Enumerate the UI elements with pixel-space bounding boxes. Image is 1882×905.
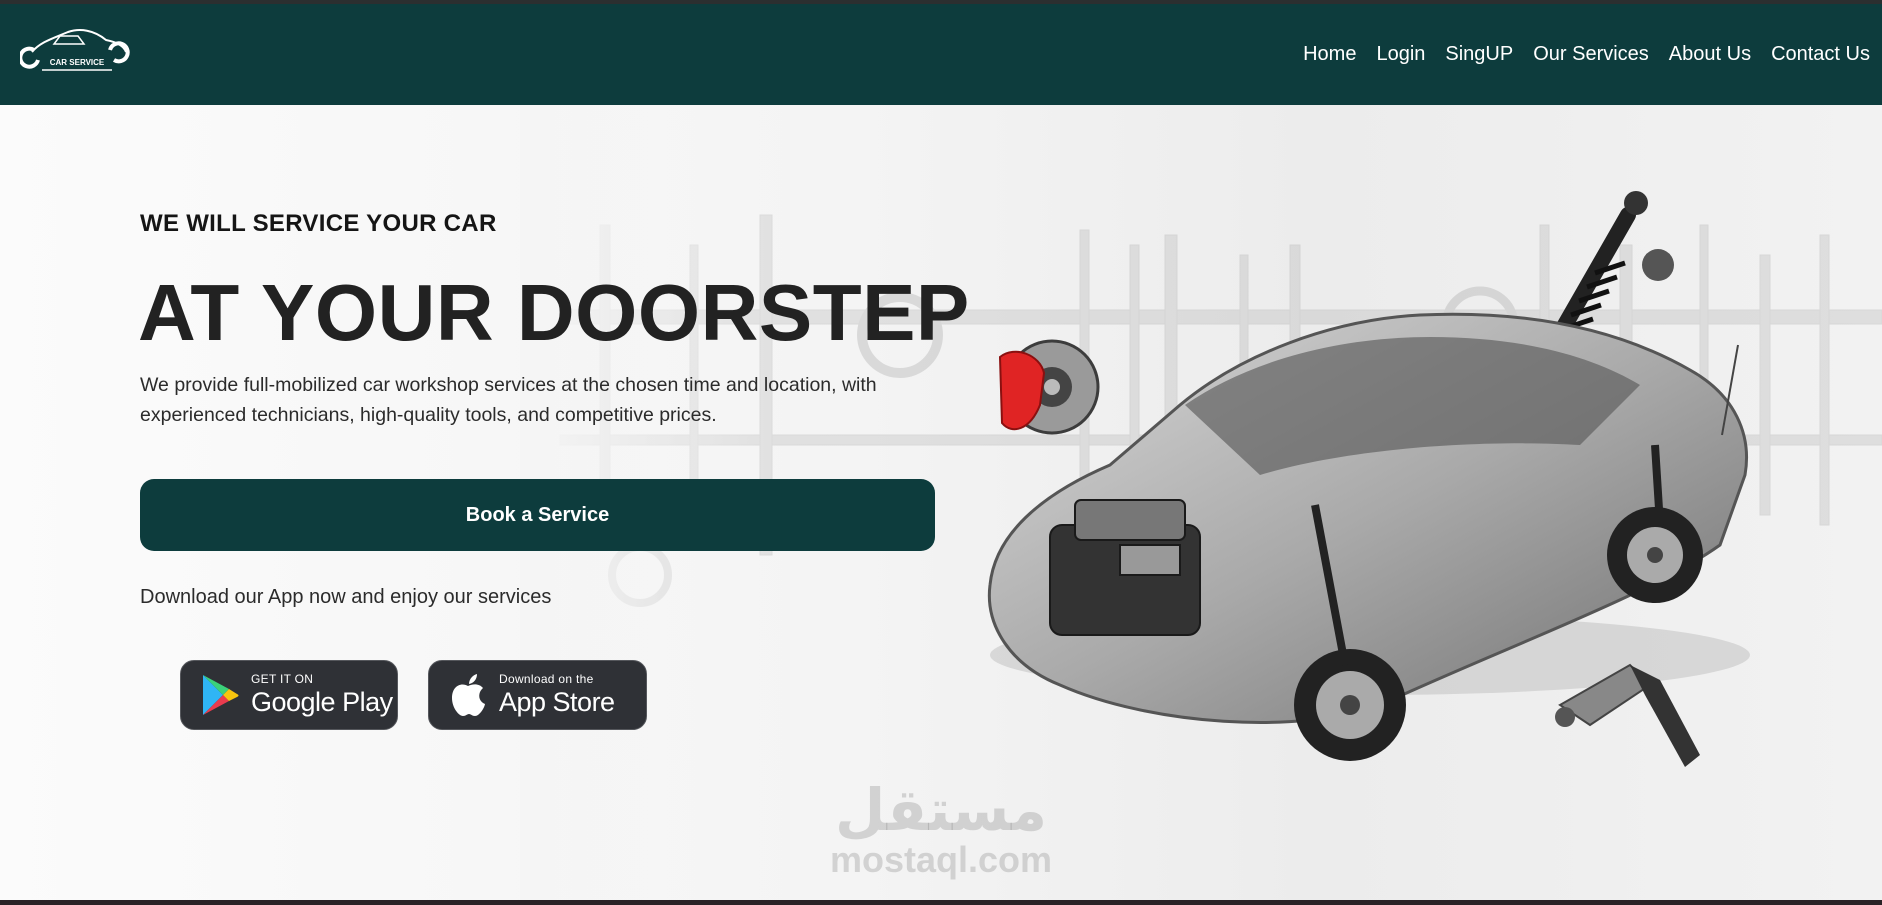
nav-signup[interactable]: SingUP [1445,43,1513,66]
nav-about-us[interactable]: About Us [1669,43,1751,66]
book-service-button[interactable]: Book a Service [140,479,935,551]
hero-section: WE WILL SERVICE YOUR CAR AT YOUR DOORSTE… [0,105,1882,900]
brake-disc-graphic [998,339,1100,435]
nav-our-services[interactable]: Our Services [1533,43,1649,66]
app-store-badge[interactable]: Download on the App Store [428,660,647,730]
apple-badge-big-text: App Store [499,687,615,717]
navbar: CAR SERVICE Home Login SingUP Our Servic… [0,4,1882,105]
hero-headline: AT YOUR DOORSTEP [138,268,970,357]
download-app-text: Download our App now and enjoy our servi… [140,586,552,608]
nav-contact-us[interactable]: Contact Us [1771,43,1870,66]
google-badge-big-text: Google Play [251,687,393,717]
hero-description: We provide full-mobilized car workshop s… [140,374,877,426]
apple-badge-small-text: Download on the [499,672,594,686]
car-service-logo[interactable]: CAR SERVICE [18,22,130,82]
front-wheel [1294,649,1406,761]
google-play-badge[interactable]: GET IT ON Google Play [180,660,398,730]
logo-text: CAR SERVICE [50,58,105,67]
apple-icon [452,674,485,716]
nav-home[interactable]: Home [1303,43,1356,66]
rear-wheel [1607,507,1703,603]
bottom-edge [0,900,1882,905]
mostaql-watermark: مستقل mostaql.com [826,780,1056,880]
google-badge-small-text: GET IT ON [251,672,314,686]
google-play-icon [203,675,239,715]
hero-subtitle: WE WILL SERVICE YOUR CAR [140,210,497,237]
main-nav: Home Login SingUP Our Services About Us … [1303,4,1870,105]
nav-login[interactable]: Login [1376,43,1425,66]
watermark-latin-text: mostaql.com [829,839,1053,880]
watermark-arabic-text: مستقل [834,776,1048,844]
